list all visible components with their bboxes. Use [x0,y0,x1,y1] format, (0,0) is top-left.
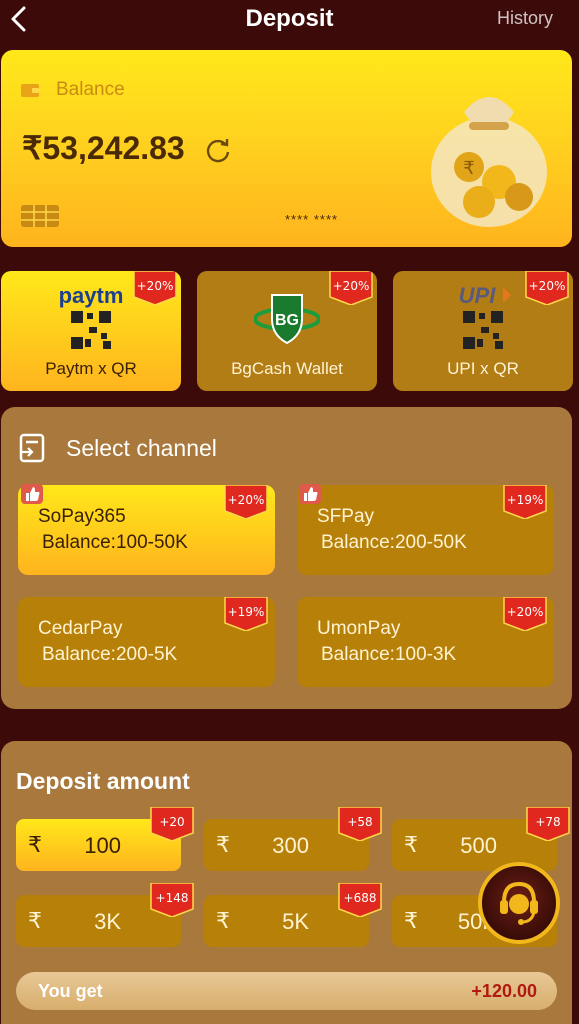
upi-qr-logo: UPI [459,283,511,349]
svg-text:BG: BG [275,312,299,329]
amount-option-3k[interactable]: ₹ 3K +148 [16,882,194,947]
channel-name: SFPay [317,506,375,527]
money-bag-icon: ₹ [431,97,547,227]
amount-value: 100 [84,833,121,858]
bonus-badge: +19% [223,596,269,632]
method-bgcash-wallet[interactable]: BG BgCash Wallet +20% [197,271,377,391]
you-get-bar: You get +120.00 [16,972,557,1010]
rupee-icon: ₹ [28,832,42,857]
channel-balance: Balance:100-50K [42,532,188,553]
rupee-icon: ₹ [28,908,42,933]
card-chip-icon [21,205,59,227]
svg-text:₹: ₹ [463,158,474,179]
amount-value: 500 [460,833,497,858]
balance-label: Balance [56,79,125,100]
deposit-amount-title: Deposit amount [16,768,190,794]
bonus-badge: +20% [223,484,269,520]
top-bar: Deposit History [0,0,579,44]
amount-option-300[interactable]: ₹ 300 +58 [204,806,382,871]
thumbs-up-icon [21,484,43,504]
method-paytm-qr[interactable]: paytm Paytm x QR +20% [1,271,181,391]
customer-support-icon [500,881,538,925]
bonus-badge: +20 [149,806,195,842]
you-get-label: You get [38,981,103,1001]
channel-balance: Balance:200-5K [42,644,178,665]
channel-name: SoPay365 [38,506,126,527]
amount-value: 3K [94,909,121,934]
rupee-icon: ₹ [404,908,418,933]
customer-support-button[interactable] [478,862,560,944]
select-channel-icon [19,433,45,463]
svg-text:paytm: paytm [59,283,124,308]
channel-name: CedarPay [38,618,123,639]
rupee-icon: ₹ [216,832,230,857]
bonus-badge: +58 [337,806,383,842]
page-title: Deposit [245,5,334,32]
card-number-mask: **** **** [285,212,339,227]
amount-value: 5K [282,909,309,934]
history-link[interactable]: History [497,8,553,29]
svg-text:UPI: UPI [459,283,497,308]
channel-panel: Select channel SoPay365 Balance:100-50K … [1,407,572,709]
rupee-icon: ₹ [404,832,418,857]
rupee-icon: ₹ [216,908,230,933]
bonus-badge: +20% [524,271,570,306]
channel-balance: Balance:100-3K [321,644,457,665]
bgcash-logo: BG [254,294,320,345]
channel-name: UmonPay [317,618,401,639]
bonus-badge: +20% [328,271,374,306]
amount-option-100[interactable]: ₹ 100 +20 [16,806,194,871]
balance-card: Balance ₹53,242.83 **** **** ₹ [1,50,572,247]
method-label: Paytm x QR [45,359,137,378]
wallet-icon [21,84,39,97]
bonus-badge: +20% [502,596,548,632]
you-get-value: +120.00 [471,981,537,1001]
select-channel-title: Select channel [66,435,217,461]
refresh-icon[interactable] [204,136,232,164]
bonus-badge: +148 [149,882,195,918]
bonus-badge: +20% [132,271,178,306]
paytm-qr-logo: paytm [59,283,124,349]
method-label: UPI x QR [447,359,519,378]
balance-amount: ₹53,242.83 [22,130,185,166]
bonus-badge: +78 [525,806,571,842]
method-upi-qr[interactable]: UPI UPI x QR +20% [393,271,573,391]
channel-balance: Balance:200-50K [321,532,467,553]
amount-option-5k[interactable]: ₹ 5K +688 [204,882,382,947]
amount-value: 300 [272,833,309,858]
bonus-badge: +688 [337,882,383,918]
thumbs-up-icon [299,484,321,504]
bonus-badge: +19% [502,484,548,520]
amount-option-500[interactable]: ₹ 500 +78 [392,806,570,871]
method-label: BgCash Wallet [231,359,343,378]
